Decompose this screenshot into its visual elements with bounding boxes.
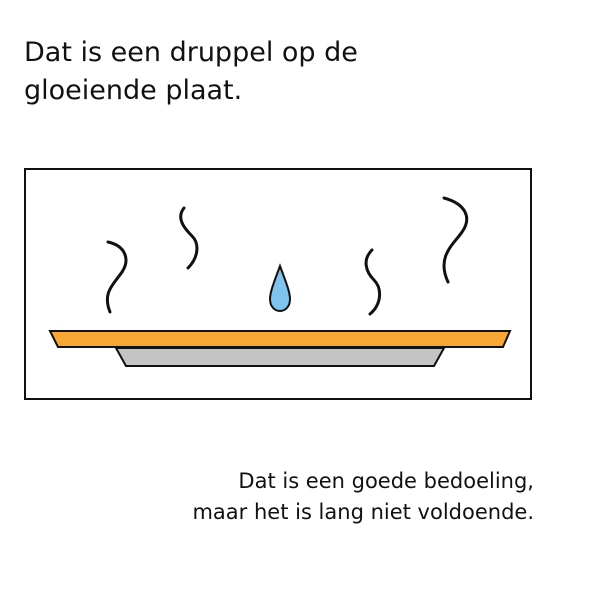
hotplate-top <box>48 330 512 348</box>
illustration-panel <box>24 168 532 400</box>
caption: Dat is een goede bedoeling, maar het is … <box>74 466 534 528</box>
steam-icon <box>179 206 199 270</box>
caption-line-1: Dat is een goede bedoeling, <box>238 469 534 493</box>
illustration <box>48 196 512 367</box>
water-drop-icon <box>268 263 292 313</box>
heading-line-1: Dat is een druppel op de <box>24 37 358 68</box>
hotplate-base <box>114 347 446 367</box>
page-heading: Dat is een druppel op de gloeiende plaat… <box>24 34 544 110</box>
steam-icon <box>105 240 128 314</box>
hotplate-icon <box>48 330 512 367</box>
steam-icon <box>442 196 468 284</box>
caption-line-2: maar het is lang niet voldoende. <box>192 500 534 524</box>
steam-icon <box>364 248 381 316</box>
heading-line-2: gloeiende plaat. <box>24 75 243 106</box>
